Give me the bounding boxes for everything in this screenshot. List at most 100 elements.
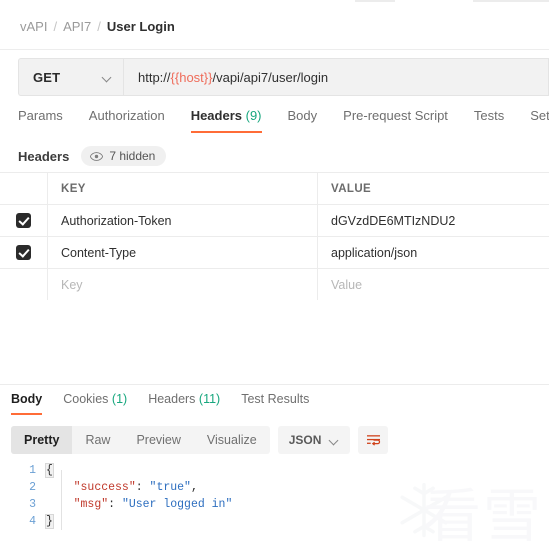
header-key-cell[interactable]: Content-Type <box>48 237 318 268</box>
table-header-key: KEY <box>48 173 318 204</box>
response-tab-test-results[interactable]: Test Results <box>241 392 309 415</box>
request-tab-bar: Params Authorization Headers (9) Body Pr… <box>0 108 549 140</box>
tab-label: Headers <box>190 108 242 123</box>
code-line: 3 "msg": "User logged in" <box>0 496 549 513</box>
breadcrumb-item-collection[interactable]: vAPI <box>20 19 47 34</box>
line-number: 3 <box>29 498 36 511</box>
breadcrumb-current-request: User Login <box>106 19 175 34</box>
row-checkbox[interactable] <box>16 213 31 228</box>
tab-label: Body <box>11 392 43 406</box>
url-prefix: http:// <box>138 69 171 85</box>
tab-label: Body <box>287 108 318 123</box>
hidden-headers-toggle[interactable]: 7 hidden <box>81 146 167 166</box>
wrap-lines-button[interactable] <box>358 426 389 454</box>
tab-count: (1) <box>111 392 128 406</box>
request-response-splitter[interactable] <box>0 384 549 385</box>
brace-open: { <box>45 463 54 478</box>
new-header-key-input[interactable]: Key <box>48 269 318 300</box>
table-header-value: VALUE <box>318 173 549 204</box>
tab-label: Headers <box>148 392 196 406</box>
code-content: "msg": "User logged in" <box>46 498 233 511</box>
table-row-empty[interactable]: Key Value <box>0 269 549 301</box>
response-body-viewer[interactable]: 1 { 2 "success": "true", 3 "msg": "User … <box>0 462 549 547</box>
view-pretty-button[interactable]: Pretty <box>11 426 73 454</box>
header-value-cell[interactable]: dGVzdDE6MTIzNDU2 <box>318 205 549 236</box>
line-number: 1 <box>29 464 36 477</box>
response-language-label: JSON <box>288 433 322 447</box>
view-preview-button[interactable]: Preview <box>123 426 193 454</box>
view-raw-button[interactable]: Raw <box>72 426 123 454</box>
json-colon: : <box>108 498 122 511</box>
row-checkbox-cell[interactable] <box>0 205 48 236</box>
tab-label: Params <box>18 108 63 123</box>
hidden-headers-label: 7 hidden <box>109 149 156 163</box>
line-number: 2 <box>29 481 36 494</box>
tab-label: Settin <box>530 108 549 123</box>
json-key: "success" <box>73 481 136 494</box>
response-tab-body[interactable]: Body <box>11 392 43 415</box>
wrap-lines-icon <box>366 434 381 446</box>
breadcrumb-separator: / <box>97 19 101 34</box>
header-key-cell[interactable]: Authorization-Token <box>48 205 318 236</box>
url-bar: GET http://{{host}}/vapi/api7/user/login <box>18 58 549 96</box>
tab-tests[interactable]: Tests <box>474 108 504 133</box>
tab-label: Test Results <box>241 392 310 406</box>
tab-count: (11) <box>198 392 221 406</box>
http-method-dropdown[interactable]: GET <box>18 58 123 96</box>
code-line: 2 "success": "true", <box>0 479 549 496</box>
table-header-row: KEY VALUE <box>0 173 549 205</box>
url-input[interactable]: http://{{host}}/vapi/api7/user/login <box>123 58 549 96</box>
chevron-down-icon <box>330 436 339 445</box>
table-row[interactable]: Content-Type application/json <box>0 237 549 269</box>
json-colon: : <box>135 481 150 494</box>
view-visualize-button[interactable]: Visualize <box>194 426 270 454</box>
response-language-dropdown[interactable]: JSON <box>277 426 351 454</box>
code-line: 1 { <box>0 462 549 479</box>
breadcrumb-item-folder[interactable]: API7 <box>63 19 91 34</box>
url-suffix: /vapi/api7/user/login <box>212 69 329 85</box>
table-row[interactable]: Authorization-Token dGVzdDE6MTIzNDU2 <box>0 205 549 237</box>
json-value: "User logged in" <box>121 498 233 511</box>
breadcrumb-separator: / <box>53 19 58 34</box>
tab-edge-fragment <box>355 0 395 2</box>
url-variable: {{host}} <box>170 69 213 85</box>
http-method-label: GET <box>33 69 61 85</box>
response-tab-headers[interactable]: Headers (11) <box>148 392 220 415</box>
brace-close: } <box>45 514 54 529</box>
response-tab-bar: Body Cookies (1) Headers (11) Test Resul… <box>0 392 549 420</box>
headers-table: KEY VALUE Authorization-Token dGVzdDE6MT… <box>0 172 549 301</box>
row-checkbox-cell[interactable] <box>0 237 48 268</box>
tab-label: Tests <box>473 108 505 123</box>
tab-pre-request-script[interactable]: Pre-request Script <box>343 108 448 133</box>
postman-request-response-panel: vAPI / API7 / User Login GET http://{{ho… <box>0 0 549 547</box>
code-line: 4 } <box>0 513 549 530</box>
request-empty-area <box>0 300 549 384</box>
tab-settings[interactable]: Settin <box>530 108 549 133</box>
json-key: "msg" <box>73 498 109 511</box>
column-label-key: KEY <box>61 182 86 195</box>
response-tab-cookies[interactable]: Cookies (1) <box>63 392 127 415</box>
row-checkbox[interactable] <box>16 245 31 260</box>
tab-body[interactable]: Body <box>288 108 318 133</box>
column-label-value: VALUE <box>331 182 372 195</box>
tab-label: Authorization <box>88 108 165 123</box>
chevron-down-icon <box>103 73 112 82</box>
headers-section-title: Headers <box>18 148 70 164</box>
tab-label: Cookies <box>63 392 109 406</box>
json-value: "true" <box>149 481 191 494</box>
code-content: { <box>45 463 54 478</box>
code-content: "success": "true", <box>46 481 198 494</box>
tab-edge-fragment <box>473 0 549 2</box>
tab-authorization[interactable]: Authorization <box>89 108 165 133</box>
row-checkbox-cell-empty[interactable] <box>0 269 48 300</box>
json-comma: , <box>190 481 198 494</box>
new-header-value-input[interactable]: Value <box>318 269 549 300</box>
line-number: 4 <box>29 515 36 528</box>
tab-params[interactable]: Params <box>18 108 63 133</box>
header-value-cell[interactable]: application/json <box>318 237 549 268</box>
tab-label: Pre-request Script <box>343 108 448 123</box>
tab-headers[interactable]: Headers (9) <box>190 108 262 133</box>
response-view-segmented-control: Pretty Raw Preview Visualize <box>11 426 270 454</box>
